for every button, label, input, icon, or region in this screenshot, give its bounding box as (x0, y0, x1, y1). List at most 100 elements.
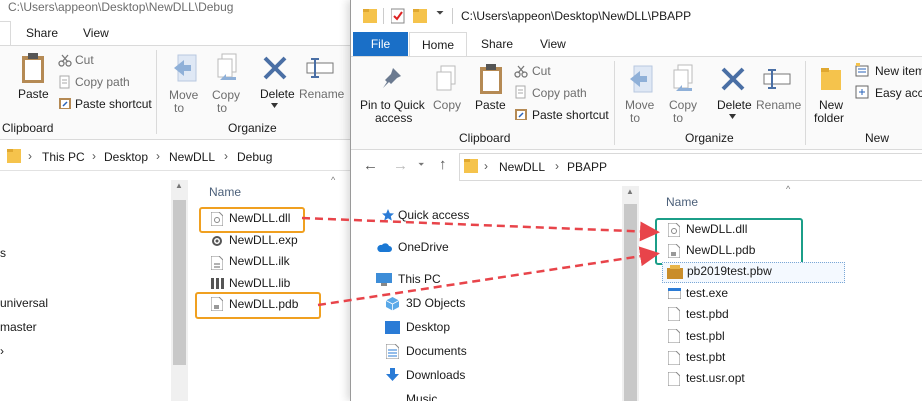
nav-item-onedrive[interactable]: OneDrive (398, 237, 449, 258)
paste-icon[interactable] (20, 52, 46, 84)
back-move-to-button-line2[interactable]: to (174, 101, 184, 115)
back-tab-share[interactable]: Share (26, 26, 58, 40)
back-breadcrumb-desktop[interactable]: Desktop (104, 150, 148, 164)
copy-button[interactable]: Copy (433, 98, 461, 112)
move-to-button[interactable]: Move (625, 98, 654, 112)
rename-button[interactable]: Rename (756, 98, 801, 112)
front-file-item[interactable]: test.exe (686, 283, 728, 304)
back-column-name[interactable]: Name (209, 185, 241, 199)
back-cut-button[interactable]: Cut (75, 53, 94, 67)
copy-to-button-line2[interactable]: to (673, 111, 683, 125)
new-item-button[interactable]: New item (875, 64, 922, 78)
back-paste-shortcut-button[interactable]: Paste shortcut (75, 97, 152, 111)
cut-button[interactable]: Cut (532, 64, 551, 78)
back-nav-item[interactable]: › (0, 344, 4, 358)
back-tab-home-edge[interactable] (0, 21, 11, 46)
up-arrow-icon[interactable]: ↑ (439, 156, 447, 173)
copy-path-button[interactable]: Copy path (532, 86, 587, 100)
back-breadcrumb-this-pc[interactable]: This PC (42, 150, 85, 164)
back-nav-item[interactable]: universal (0, 296, 48, 310)
paste-shortcut-icon[interactable] (58, 96, 72, 110)
delete-button[interactable]: Delete (717, 98, 752, 112)
front-file-item[interactable]: test.usr.opt (686, 368, 745, 389)
nav-item-quick-access[interactable]: Quick access (398, 205, 469, 226)
back-copy-to-button-line2[interactable]: to (217, 101, 227, 115)
cut-icon[interactable] (514, 64, 528, 78)
properties-icon[interactable] (391, 8, 405, 24)
new-folder-button-line2[interactable]: folder (814, 111, 844, 125)
front-file-item[interactable]: NewDLL.pdb (686, 240, 755, 261)
back-file-item[interactable]: NewDLL.lib (229, 273, 290, 294)
forward-arrow-icon[interactable]: → (393, 157, 408, 174)
new-folder-icon[interactable] (819, 64, 843, 92)
recent-dropdown-icon[interactable]: ⏷ (418, 160, 424, 170)
pin-to-quick-access-button-line2[interactable]: access (375, 111, 412, 125)
back-nav-item[interactable]: s (0, 246, 6, 260)
back-nav-scrollbar-thumb[interactable] (173, 200, 186, 365)
front-file-item[interactable]: test.pbd (686, 304, 729, 325)
back-file-item[interactable]: NewDLL.exp (229, 230, 298, 251)
cut-icon[interactable] (58, 53, 72, 67)
nav-item-music[interactable]: Music (406, 389, 437, 401)
paste-button[interactable]: Paste (475, 98, 506, 112)
rename-icon[interactable] (762, 66, 792, 92)
copy-path-icon[interactable] (58, 75, 72, 89)
delete-dropdown-icon[interactable] (729, 114, 736, 119)
new-folder-button[interactable]: New (819, 98, 843, 112)
nav-item-3d-objects[interactable]: 3D Objects (406, 293, 465, 314)
delete-icon[interactable] (720, 66, 746, 92)
back-nav-item[interactable]: master (0, 320, 37, 334)
back-arrow-icon[interactable]: ← (363, 157, 378, 174)
paste-icon[interactable] (478, 63, 504, 95)
new-folder-qat-icon[interactable] (413, 8, 427, 24)
move-to-icon[interactable] (628, 64, 654, 94)
pin-icon[interactable] (381, 66, 403, 90)
easy-access-icon[interactable] (855, 85, 869, 99)
rename-icon[interactable] (305, 55, 335, 81)
copy-to-icon[interactable] (214, 52, 240, 82)
front-file-item[interactable]: pb2019test.pbw (687, 261, 772, 282)
easy-access-button[interactable]: Easy acce (875, 86, 922, 100)
copy-icon[interactable] (434, 64, 458, 94)
front-file-item[interactable]: NewDLL.dll (686, 219, 747, 240)
front-column-name[interactable]: Name (666, 195, 698, 209)
back-file-item[interactable]: NewDLL.dll (229, 208, 290, 229)
copy-path-icon[interactable] (514, 85, 528, 99)
new-item-icon[interactable] (855, 63, 869, 77)
back-breadcrumb-debug[interactable]: Debug (237, 150, 272, 164)
front-file-item[interactable]: test.pbl (686, 326, 725, 347)
pin-to-quick-access-button[interactable]: Pin to Quick (360, 98, 425, 112)
breadcrumb-newdll[interactable]: NewDLL (499, 160, 545, 174)
back-file-item[interactable]: NewDLL.pdb (229, 294, 298, 315)
paste-shortcut-button[interactable]: Paste shortcut (532, 108, 609, 122)
back-rename-button[interactable]: Rename (299, 87, 344, 101)
move-to-button-line2[interactable]: to (630, 111, 640, 125)
paste-shortcut-icon[interactable] (514, 107, 528, 121)
scroll-up-icon[interactable]: ▲ (626, 187, 634, 196)
nav-item-desktop[interactable]: Desktop (406, 317, 450, 338)
back-copy-to-button[interactable]: Copy (212, 88, 240, 102)
scroll-up-icon[interactable]: ▲ (175, 181, 183, 190)
copy-to-button[interactable]: Copy (669, 98, 697, 112)
move-to-icon[interactable] (172, 53, 198, 83)
nav-item-documents[interactable]: Documents (406, 341, 467, 362)
back-file-item[interactable]: NewDLL.ilk (229, 251, 290, 272)
qat-dropdown-icon[interactable]: ⏷ (436, 8, 444, 19)
tab-share[interactable]: Share (481, 37, 513, 51)
back-breadcrumb-newdll[interactable]: NewDLL (169, 150, 215, 164)
back-move-to-button[interactable]: Move (169, 88, 198, 102)
nav-item-downloads[interactable]: Downloads (406, 365, 465, 386)
breadcrumb-pbapp[interactable]: PBAPP (567, 160, 607, 174)
delete-icon[interactable] (262, 55, 288, 81)
copy-to-icon[interactable] (670, 63, 696, 93)
delete-dropdown-icon[interactable] (271, 103, 278, 108)
tab-file[interactable]: File (353, 32, 408, 56)
tab-home[interactable]: Home (409, 32, 467, 57)
back-delete-button[interactable]: Delete (260, 87, 295, 101)
nav-item-this-pc[interactable]: This PC (398, 269, 441, 290)
back-copy-path-button[interactable]: Copy path (75, 75, 130, 89)
back-paste-button[interactable]: Paste (18, 87, 49, 101)
nav-scrollbar-thumb[interactable] (624, 204, 637, 401)
tab-view[interactable]: View (540, 37, 566, 51)
back-tab-view[interactable]: View (83, 26, 109, 40)
